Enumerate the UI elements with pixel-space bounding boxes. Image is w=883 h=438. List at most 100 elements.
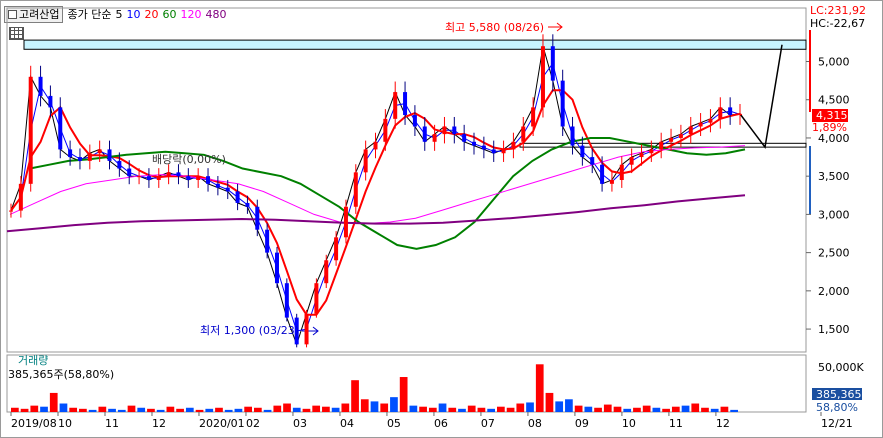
volume-bar <box>399 377 408 412</box>
candle-body <box>629 157 634 165</box>
volume-bar <box>555 401 564 412</box>
volume-bar <box>322 406 330 412</box>
volume-bar <box>263 409 272 412</box>
volume-bar <box>671 406 680 412</box>
volume-bar <box>20 408 29 412</box>
volume-bar <box>254 407 262 412</box>
high-annotation: 최고 5,580 (08/26) <box>445 21 544 34</box>
volume-bar <box>370 401 379 412</box>
candle-body <box>206 176 211 184</box>
candle-body <box>48 95 53 108</box>
volume-bar <box>390 397 398 412</box>
hc-label: HC:-22,67 <box>810 17 865 30</box>
candle-body <box>9 210 13 212</box>
price-tick-label: 3,500 <box>818 170 850 183</box>
candle-body <box>186 176 191 180</box>
candle-body <box>412 115 417 127</box>
x-tick-label: 06 <box>434 417 448 430</box>
projection-line <box>739 44 783 149</box>
volume-bar <box>69 407 78 412</box>
volume-bar <box>545 392 554 412</box>
candle-body <box>38 76 43 96</box>
x-tick-label: 07 <box>481 417 495 430</box>
candle-body <box>314 283 319 314</box>
vol-tag: 385,365 <box>816 388 862 401</box>
candle-body <box>68 149 73 158</box>
candle-body <box>18 183 23 211</box>
x-tick-label: 2020/01 <box>199 417 245 430</box>
candle-body <box>432 134 437 142</box>
candle-body <box>521 126 526 142</box>
low-annotation: 최저 1,300 (03/23) <box>200 324 299 337</box>
volume-bar <box>720 406 729 412</box>
volume-bar <box>652 407 661 412</box>
candle-body <box>393 92 398 119</box>
candle-body <box>77 157 82 161</box>
volume-bar <box>477 407 486 412</box>
candle-body <box>560 80 565 127</box>
price-tick-label: 2,000 <box>818 285 850 298</box>
volume-tick-label: 50,000K <box>818 361 864 374</box>
candle-body <box>215 183 220 188</box>
volume-bar <box>633 407 641 412</box>
volume-bar <box>244 406 252 412</box>
volume-bar <box>137 407 146 412</box>
candle-body <box>678 134 683 138</box>
volume-bar <box>108 408 116 412</box>
volume-bar <box>526 402 534 412</box>
volume-bar <box>467 405 476 412</box>
price-panel-border <box>6 7 807 353</box>
candle-body <box>600 164 605 184</box>
volume-bar <box>205 408 214 412</box>
candle-body <box>343 206 348 238</box>
candle-body <box>137 176 142 178</box>
candle-body <box>619 164 624 180</box>
volume-bar <box>30 405 39 412</box>
volume-bar <box>224 409 233 412</box>
candle-body <box>255 206 260 230</box>
candle-body <box>531 107 536 127</box>
x-tick-label: 2019/08 <box>11 417 57 430</box>
volume-bar <box>59 403 68 412</box>
low-arrow-icon <box>302 326 319 336</box>
ma5-line <box>10 46 741 346</box>
candle-body <box>353 172 358 207</box>
volume-bar <box>623 408 632 412</box>
volume-bar <box>88 409 97 412</box>
volume-bar <box>603 404 612 412</box>
volume-bar <box>156 409 165 412</box>
candle-body <box>501 149 506 154</box>
candle-body <box>669 137 674 142</box>
price-tick-label: 5,000 <box>818 56 850 69</box>
candle-body <box>176 172 181 177</box>
price-chart: 5,0004,5004,0003,5003,0002,5002,0001,500… <box>6 4 866 430</box>
volume-bar <box>428 407 437 412</box>
x-tick-label: 05 <box>387 417 401 430</box>
volume-bar <box>497 406 505 412</box>
candle-body <box>442 126 447 135</box>
pct-tag: 1,89% <box>812 121 847 134</box>
candle-body <box>580 145 585 158</box>
x-tick-label: 10 <box>58 417 72 430</box>
volume-bar <box>458 408 466 412</box>
volume-bar <box>730 409 738 412</box>
candle-body <box>87 153 92 161</box>
volume-title: 거래량 <box>18 354 48 367</box>
x-tick-label: 12/21 <box>821 417 853 430</box>
volume-bar <box>341 403 350 412</box>
candle-body <box>609 180 614 184</box>
candle-body <box>245 202 250 207</box>
vol-pct-tag: 58,80% <box>816 401 858 414</box>
volume-bar <box>419 406 427 412</box>
x-tick-label: 08 <box>528 417 542 430</box>
volume-bar <box>701 407 709 412</box>
candle-body <box>688 126 693 135</box>
volume-bar <box>584 406 593 412</box>
x-tick-label: 11 <box>105 417 119 430</box>
candle-body <box>363 149 368 173</box>
price-tick-label: 1,500 <box>818 323 850 336</box>
volume-bar <box>11 407 19 412</box>
volume-bar <box>613 406 622 412</box>
volume-bar <box>710 408 719 412</box>
x-tick-label: 12 <box>716 417 730 430</box>
